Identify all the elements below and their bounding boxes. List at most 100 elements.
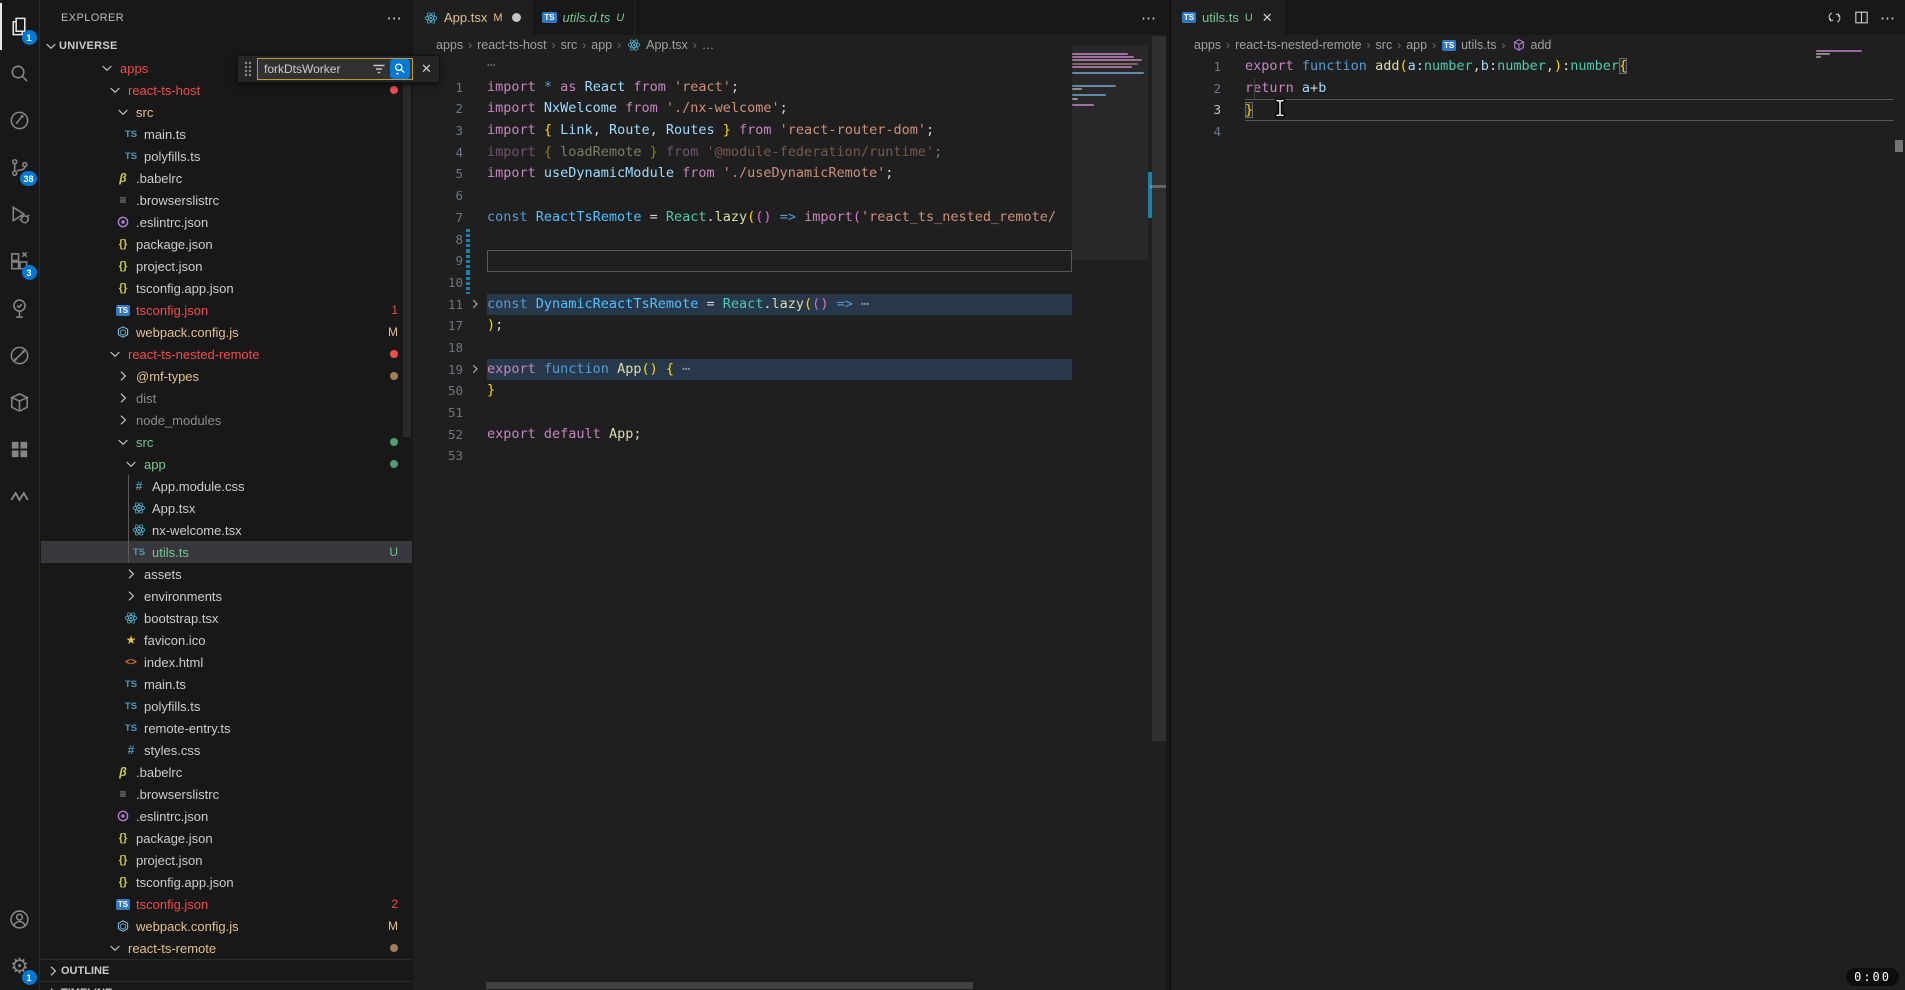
tree-item-assets[interactable]: assets (41, 563, 412, 585)
sync-icon[interactable] (1826, 9, 1843, 26)
code-line-4[interactable]: 4 (1171, 121, 1894, 143)
breadcrumb-item[interactable]: apps (436, 38, 463, 52)
tree-item-node-modules[interactable]: node_modules (41, 409, 412, 431)
code-line-10[interactable]: 10 (413, 272, 1072, 294)
code-line-3[interactable]: 3import { Link, Route, Routes } from 're… (413, 120, 1072, 142)
code-line-53[interactable]: 53 (413, 445, 1072, 467)
fold-chevron-icon[interactable] (463, 359, 487, 381)
minimap[interactable] (1816, 50, 1878, 60)
breadcrumb-item[interactable]: … (702, 38, 715, 52)
tree-item-src[interactable]: src (41, 431, 412, 453)
vertical-scrollbar[interactable] (1152, 36, 1166, 741)
tab-utils-ts[interactable]: TSutils.tsU✕ (1171, 0, 1284, 35)
code-line-2[interactable]: 2return a+b (1171, 78, 1894, 100)
more-icon[interactable]: ⋯ (1880, 9, 1895, 27)
tree-item--browserslistrc[interactable]: ≡.browserslistrc (41, 189, 412, 211)
code-line-18[interactable]: 18 (413, 337, 1072, 359)
extensions-icon[interactable]: 3 (0, 238, 40, 285)
horizontal-scrollbar[interactable] (486, 982, 973, 989)
tree-item-main-ts[interactable]: TSmain.ts (41, 673, 412, 695)
tree-item-app-module-css[interactable]: #App.module.css (41, 475, 412, 497)
code-line-19[interactable]: 19export function App() { ⋯ (413, 359, 1072, 381)
code-line-9[interactable]: 9 (413, 250, 1072, 272)
tree-item-webpack-config-js[interactable]: webpack.config.jsM (41, 915, 412, 937)
tree-item-remote-entry-ts[interactable]: TSremote-entry.ts (41, 717, 412, 739)
gauge-icon[interactable] (0, 97, 40, 144)
tree-item-index-html[interactable]: <>index.html (41, 651, 412, 673)
close-icon[interactable]: ✕ (1262, 10, 1273, 26)
code-line-1[interactable]: 1export function add(a:number,b:number,)… (1171, 56, 1894, 78)
tree-item--eslintrc-json[interactable]: .eslintrc.json (41, 805, 412, 827)
grid-icon[interactable] (0, 426, 40, 473)
code-line-52[interactable]: 52export default App; (413, 424, 1072, 446)
code-line-11[interactable]: 11const DynamicReactTsRemote = React.laz… (413, 294, 1072, 316)
tree-item-main-ts[interactable]: TSmain.ts (41, 123, 412, 145)
drag-grip-icon[interactable] (242, 60, 254, 78)
code-line-4[interactable]: 4import { loadRemote } from '@module-fed… (413, 142, 1072, 164)
tree-item-polyfills-ts[interactable]: TSpolyfills.ts (41, 145, 412, 167)
breadcrumb-item[interactable]: App.tsx (626, 37, 688, 53)
tree-item-react-ts-nested-remote[interactable]: react-ts-nested-remote (41, 343, 412, 365)
tree-item-package-json[interactable]: {}package.json (41, 827, 412, 849)
close-icon[interactable]: ✕ (418, 61, 435, 77)
tab-utils-d-ts[interactable]: TSutils.d.tsU (532, 0, 636, 35)
code-line[interactable]: ⋯ (413, 55, 1072, 77)
tree-item-package-json[interactable]: {}package.json (41, 233, 412, 255)
tree-item-app-tsx[interactable]: App.tsx (41, 497, 412, 519)
code-line-5[interactable]: 5import useDynamicModule from './useDyna… (413, 163, 1072, 185)
breadcrumb-item[interactable]: apps (1194, 38, 1221, 52)
explorer-more-actions-icon[interactable]: ⋯ (387, 9, 402, 27)
tree-item--babelrc[interactable]: β.babelrc (41, 761, 412, 783)
code-line-8[interactable]: 8 (413, 229, 1072, 251)
graph-icon[interactable] (0, 332, 40, 379)
code-line-17[interactable]: 17); (413, 315, 1072, 337)
breadcrumb-item[interactable]: react-ts-nested-remote (1235, 38, 1361, 52)
timeline-section[interactable]: TIMELINE (41, 981, 412, 990)
explorer-icon[interactable]: 1 (0, 3, 40, 50)
tree-item-tsconfig-app-json[interactable]: {}tsconfig.app.json (41, 277, 412, 299)
tree-check-icon[interactable] (0, 285, 40, 332)
tree-item-polyfills-ts[interactable]: TSpolyfills.ts (41, 695, 412, 717)
code-line-6[interactable]: 6 (413, 185, 1072, 207)
breadcrumb-item[interactable]: add (1511, 37, 1552, 53)
code-line-50[interactable]: 50} (413, 380, 1072, 402)
outline-section[interactable]: OUTLINE (41, 959, 412, 981)
tree-item-webpack-config-js[interactable]: webpack.config.jsM (41, 321, 412, 343)
tree-item-bootstrap-tsx[interactable]: bootstrap.tsx (41, 607, 412, 629)
tree-item-react-ts-remote[interactable]: react-ts-remote (41, 937, 412, 959)
fold-chevron-icon[interactable] (463, 294, 487, 316)
account-icon[interactable] (0, 896, 40, 943)
tree-item-project-json[interactable]: {}project.json (41, 849, 412, 871)
wave-icon[interactable] (0, 473, 40, 520)
minimap-slider[interactable] (1072, 45, 1148, 260)
tree-item-src[interactable]: src (41, 101, 412, 123)
cube-icon[interactable] (0, 379, 40, 426)
source-control-icon[interactable]: 38 (0, 144, 40, 191)
search-icon[interactable] (0, 50, 40, 97)
breadcrumb-item[interactable]: react-ts-host (477, 38, 546, 52)
tree-item-project-json[interactable]: {}project.json (41, 255, 412, 277)
code-line-1[interactable]: 1import * as React from 'react'; (413, 77, 1072, 99)
settings-icon[interactable]: ⚙1 (0, 943, 40, 990)
tree-item--browserslistrc[interactable]: ≡.browserslistrc (41, 783, 412, 805)
tree-item-tsconfig-json[interactable]: TStsconfig.json2 (41, 893, 412, 915)
breadcrumb-item[interactable]: TSutils.ts (1441, 37, 1496, 53)
breadcrumb-item[interactable]: app (591, 38, 612, 52)
run-debug-icon[interactable] (0, 191, 40, 238)
left-editor-more-actions-icon[interactable]: ⋯ (1141, 9, 1156, 27)
tree-item-tsconfig-json[interactable]: TStsconfig.json1 (41, 299, 412, 321)
tab-app-tsx[interactable]: App.tsxM (413, 0, 532, 35)
breadcrumb-item[interactable]: app (1406, 38, 1427, 52)
tree-item--mf-types[interactable]: @mf-types (41, 365, 412, 387)
code-line-2[interactable]: 2import NxWelcome from './nx-welcome'; (413, 98, 1072, 120)
tree-item-app[interactable]: app (41, 453, 412, 475)
workspace-section-universe[interactable]: UNIVERSE (41, 35, 412, 57)
sidebar-scrollbar[interactable] (403, 57, 411, 437)
tree-item-tsconfig-app-json[interactable]: {}tsconfig.app.json (41, 871, 412, 893)
breadcrumb-item[interactable]: src (1376, 38, 1393, 52)
tree-item-environments[interactable]: environments (41, 585, 412, 607)
tree-item--eslintrc-json[interactable]: .eslintrc.json (41, 211, 412, 233)
tree-item-favicon-ico[interactable]: ★favicon.ico (41, 629, 412, 651)
code-line-51[interactable]: 51 (413, 402, 1072, 424)
tree-item-utils-ts[interactable]: TSutils.tsU (41, 541, 412, 563)
